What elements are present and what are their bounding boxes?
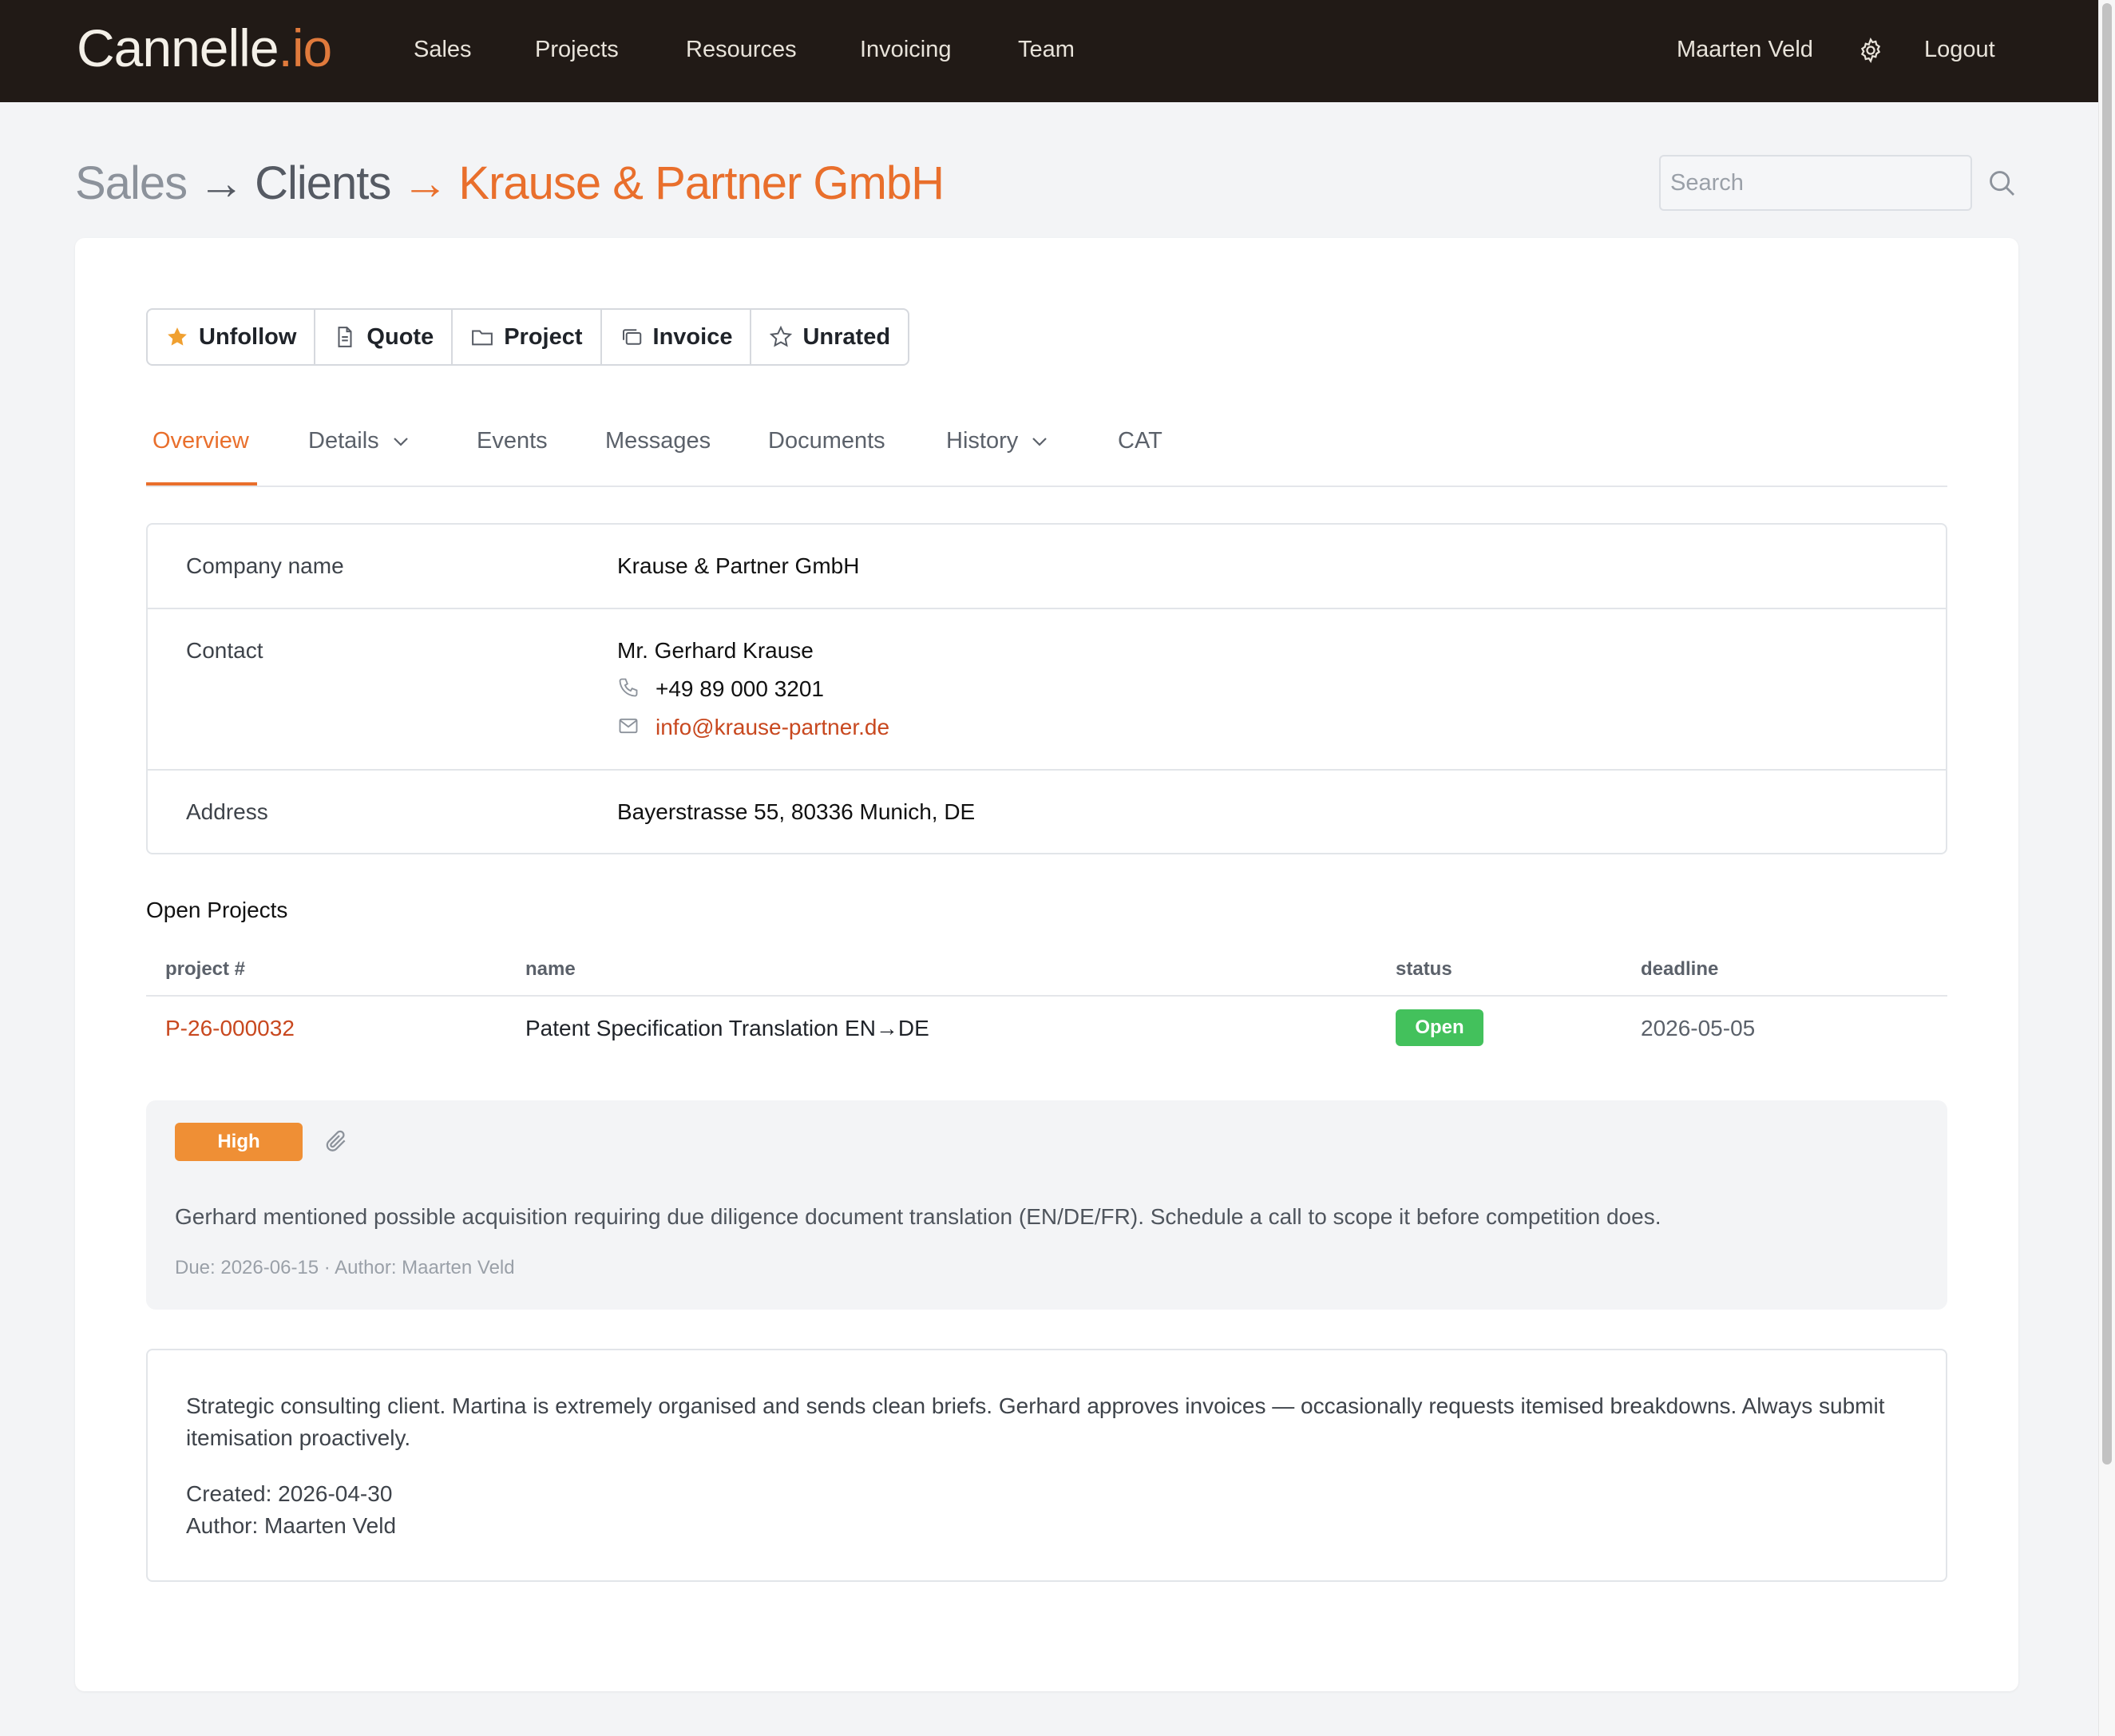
gear-icon[interactable]: [1857, 37, 1884, 64]
tab-documents[interactable]: Documents: [768, 428, 885, 454]
search-input[interactable]: [1659, 155, 1972, 211]
project-deadline: 2026-05-05: [1641, 1016, 1756, 1040]
breadcrumb-clients[interactable]: Clients: [255, 157, 391, 209]
table-header-divider: [146, 995, 1947, 997]
priority-badge: High: [175, 1123, 303, 1161]
tab-messages[interactable]: Messages: [605, 428, 711, 454]
active-tab-indicator: [146, 482, 257, 486]
notes-author: Author: Maarten Veld: [186, 1513, 397, 1538]
search-icon[interactable]: [1986, 168, 2017, 198]
column-header-name: name: [525, 958, 576, 980]
quote-button[interactable]: Quote: [315, 310, 453, 364]
tab-details-label: Details: [308, 428, 379, 454]
rating-button[interactable]: Unrated: [751, 310, 908, 364]
phone-icon: [619, 678, 638, 697]
contact-name: Mr. Gerhard Krause: [617, 638, 814, 663]
quote-label: Quote: [366, 323, 434, 350]
action-button-group: Unfollow Quote Project Invoice Unrated: [146, 308, 910, 366]
chevron-down-icon: [393, 438, 408, 446]
nav-team[interactable]: Team: [1018, 37, 1075, 63]
follow-up-task: High Gerhard mentioned possible acquisit…: [146, 1100, 1947, 1310]
breadcrumb: Sales → Clients → Krause & Partner GmbH: [75, 157, 945, 210]
tab-events[interactable]: Events: [477, 428, 548, 454]
brand-logo[interactable]: Cannelle.io: [77, 18, 333, 78]
notes-meta: Created: 2026-04-30 Author: Maarten Veld: [186, 1478, 396, 1542]
top-navbar: Cannelle.io Sales Projects Resources Inv…: [0, 0, 2098, 102]
column-header-deadline: deadline: [1641, 958, 1719, 980]
contact-phone[interactable]: +49 89 000 3201: [655, 676, 824, 702]
client-info-table: Company name Krause & Partner GmbH Conta…: [146, 523, 1947, 854]
folder-icon: [472, 330, 493, 346]
tab-bar: Overview Details Events Messages Documen…: [146, 415, 1947, 487]
invoice-label: Invoice: [652, 323, 733, 350]
star-filled-icon: [168, 327, 187, 346]
notes-created: Created: 2026-04-30: [186, 1481, 393, 1506]
breadcrumb-arrow: →: [198, 157, 244, 209]
nav-resources[interactable]: Resources: [686, 37, 797, 63]
company-row: Company name Krause & Partner GmbH: [148, 525, 1946, 609]
brand-tld: .io: [278, 18, 333, 77]
contact-label: Contact: [186, 638, 263, 663]
star-outline-icon: [770, 325, 793, 347]
brand-name: Cannelle: [77, 18, 279, 77]
rating-label: Unrated: [802, 323, 891, 350]
contact-row: Contact Mr. Gerhard Krause +49 89 000 32…: [148, 609, 1946, 771]
tab-history-label: History: [946, 428, 1019, 454]
address-label: Address: [186, 799, 268, 824]
nav-projects[interactable]: Projects: [535, 37, 619, 63]
address-row: Address Bayerstrasse 55, 80336 Munich, D…: [148, 771, 1946, 854]
column-header-project-number: project #: [165, 958, 246, 980]
tab-overview[interactable]: Overview: [152, 428, 249, 454]
breadcrumb-arrow: →: [402, 157, 448, 209]
logout-link[interactable]: Logout: [1924, 37, 1995, 63]
task-meta: Due: 2026-06-15 · Author: Maarten Veld: [175, 1257, 515, 1278]
project-name: Patent Specification Translation EN→DE: [525, 1016, 929, 1040]
mail-icon: [619, 718, 638, 734]
company-value: Krause & Partner GmbH: [617, 553, 860, 578]
project-label: Project: [504, 323, 583, 350]
project-button[interactable]: Project: [453, 310, 602, 364]
task-description: Gerhard mentioned possible acquisition r…: [175, 1204, 1662, 1229]
column-header-status: status: [1396, 958, 1452, 980]
copy-icon: [622, 329, 641, 345]
tab-cat[interactable]: CAT: [1118, 428, 1162, 454]
nav-user-name[interactable]: Maarten Veld: [1677, 37, 1813, 63]
status-badge: Open: [1396, 1009, 1483, 1046]
invoice-button[interactable]: Invoice: [602, 310, 752, 364]
page-title: Krause & Partner GmbH: [458, 157, 945, 209]
contact-email-link[interactable]: info@krause-partner.de: [655, 715, 889, 740]
breadcrumb-sales[interactable]: Sales: [75, 157, 188, 209]
paperclip-icon[interactable]: [323, 1128, 349, 1155]
tab-history[interactable]: History: [946, 428, 1048, 454]
notes-text: Strategic consulting client. Martina is …: [186, 1393, 1885, 1450]
document-icon: [338, 327, 352, 347]
company-label: Company name: [186, 553, 344, 578]
open-projects-title: Open Projects: [146, 898, 288, 922]
unfollow-button[interactable]: Unfollow: [148, 310, 316, 364]
client-notes: Strategic consulting client. Martina is …: [146, 1349, 1947, 1582]
nav-sales[interactable]: Sales: [414, 37, 472, 63]
unfollow-label: Unfollow: [199, 323, 297, 350]
tab-details[interactable]: Details: [308, 428, 410, 454]
chevron-down-icon: [1032, 438, 1048, 446]
project-number-link[interactable]: P-26-000032: [165, 1016, 295, 1041]
nav-invoicing[interactable]: Invoicing: [860, 37, 951, 63]
scrollbar-thumb[interactable]: [2102, 3, 2112, 1465]
address-value: Bayerstrasse 55, 80336 Munich, DE: [617, 799, 976, 824]
